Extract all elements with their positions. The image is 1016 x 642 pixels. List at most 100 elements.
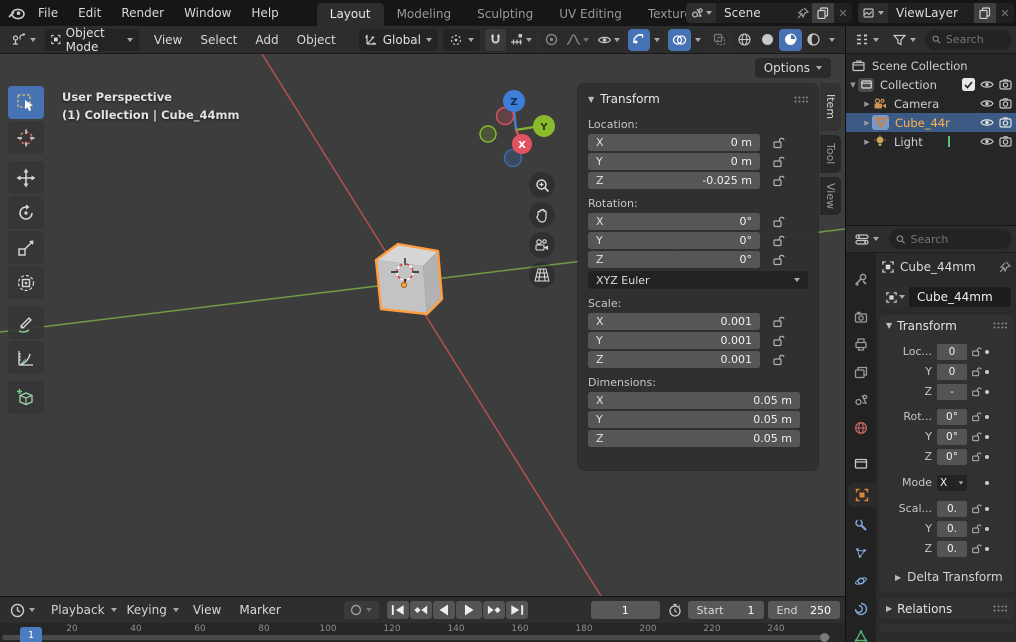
tool-move[interactable]	[8, 161, 44, 194]
rotation-x-field[interactable]: X0°	[588, 213, 760, 230]
dimensions-z-field[interactable]: Z0.05 m	[588, 430, 800, 447]
tool-select-box[interactable]	[8, 86, 44, 119]
menu-add[interactable]: Add	[246, 33, 287, 47]
tab-output-icon[interactable]	[846, 332, 876, 356]
scale-y-field[interactable]: 0.	[937, 521, 967, 537]
object-name-field[interactable]: Cube_44mm	[909, 287, 1011, 307]
animate-dot[interactable]	[985, 390, 989, 394]
menu-select[interactable]: Select	[191, 33, 246, 47]
expander-icon[interactable]: ▶	[862, 119, 872, 127]
object-id-icon[interactable]	[882, 287, 909, 307]
collection-row[interactable]: ▼ Collection	[846, 75, 1016, 94]
location-y-field[interactable]: Y0 m	[588, 153, 760, 170]
viewport-3d[interactable]: Z Y X User Perspective (1) Collection | …	[0, 54, 845, 596]
scene-selector[interactable]: Scene ✕	[686, 3, 852, 23]
menu-object[interactable]: Object	[288, 33, 345, 47]
tab-render-icon[interactable]	[846, 305, 876, 329]
tab-sculpting[interactable]: Sculpting	[464, 3, 546, 26]
new-view-layer-icon[interactable]	[974, 3, 996, 23]
lock-icon[interactable]	[967, 451, 985, 462]
outliner-search-input[interactable]	[946, 33, 1005, 46]
breadcrumb-object-name[interactable]: Cube_44mm	[900, 260, 976, 274]
tab-item[interactable]: Item	[820, 83, 841, 131]
unlink-scene-icon[interactable]: ✕	[834, 7, 852, 20]
rotation-z-field[interactable]: Z0°	[588, 251, 760, 268]
shading-material-preview[interactable]	[779, 29, 802, 51]
tool-add-cube[interactable]	[8, 381, 44, 414]
lock-icon[interactable]	[772, 334, 785, 347]
render-visibility-icon[interactable]	[999, 98, 1012, 109]
collection-checkbox[interactable]	[962, 78, 975, 91]
scene-icon[interactable]	[686, 3, 716, 23]
outliner-filter-button[interactable]	[888, 32, 921, 48]
tab-collection-icon[interactable]	[846, 451, 876, 475]
dimensions-x-field[interactable]: X0.05 m	[588, 392, 800, 409]
lock-icon[interactable]	[967, 346, 985, 357]
menu-view[interactable]: View	[145, 33, 191, 47]
ortho-toggle-button[interactable]	[529, 262, 555, 288]
snap-target-dropdown[interactable]	[506, 29, 536, 51]
relations-panel[interactable]: ▶ Relations	[879, 598, 1014, 619]
tab-modifiers-icon[interactable]	[846, 513, 876, 537]
tool-cursor[interactable]	[8, 121, 44, 154]
lock-icon[interactable]	[772, 353, 785, 366]
editor-type-button[interactable]	[6, 31, 41, 49]
tab-object-data-icon[interactable]	[846, 624, 876, 642]
show-gizmo-toggle[interactable]	[628, 29, 650, 51]
tool-annotate[interactable]	[8, 306, 44, 339]
timeline-ruler[interactable]: 20 40 60 80 100 120 140 160 180 200 220 …	[0, 623, 845, 642]
gizmo-dropdown[interactable]	[650, 29, 664, 51]
expander-icon[interactable]: ▶	[862, 138, 872, 146]
outliner-search[interactable]	[925, 30, 1012, 50]
tab-modeling[interactable]: Modeling	[384, 3, 465, 26]
playhead[interactable]: 1	[20, 627, 42, 642]
keying-menu[interactable]: Keying	[122, 601, 184, 619]
hide-eye-icon[interactable]	[980, 117, 994, 128]
animate-dot[interactable]	[985, 547, 989, 551]
blender-logo-icon[interactable]	[6, 5, 28, 21]
tab-particles-icon[interactable]	[846, 541, 876, 565]
tab-tool[interactable]: Tool	[820, 135, 841, 173]
timeline-scrollbar[interactable]	[2, 635, 830, 640]
scale-z-field[interactable]: 0.	[937, 541, 967, 557]
falloff-dropdown[interactable]	[562, 29, 593, 51]
shading-solid[interactable]	[756, 29, 779, 51]
animate-dot[interactable]	[985, 507, 989, 511]
play-button[interactable]	[456, 601, 482, 619]
lock-icon[interactable]	[967, 431, 985, 442]
tab-physics-icon[interactable]	[846, 569, 876, 593]
play-reverse-button[interactable]	[433, 601, 455, 619]
loc-z-field[interactable]: -	[937, 384, 967, 400]
menu-file[interactable]: File	[28, 0, 68, 26]
pin-id-icon[interactable]	[999, 261, 1011, 273]
lock-icon[interactable]	[967, 386, 985, 397]
timeline-editor-type-button[interactable]	[5, 601, 40, 620]
tab-uv-editing[interactable]: UV Editing	[546, 3, 635, 26]
scene-collection-row[interactable]: Scene Collection	[846, 56, 1016, 75]
animate-dot[interactable]	[985, 455, 989, 459]
mode-selector[interactable]: Object Mode	[45, 29, 139, 51]
rot-z-field[interactable]: 0°	[937, 449, 967, 465]
lock-icon[interactable]	[772, 215, 785, 228]
tab-world-icon[interactable]	[846, 416, 876, 440]
view-layer-icon[interactable]	[858, 3, 888, 23]
visibility-dropdown[interactable]	[593, 29, 624, 51]
view-menu[interactable]: View	[184, 603, 230, 617]
lock-icon[interactable]	[772, 136, 785, 149]
shading-rendered[interactable]	[802, 29, 825, 51]
tab-scene-icon[interactable]	[846, 388, 876, 412]
frame-start-field[interactable]: Start1	[688, 601, 764, 619]
tab-view[interactable]: View	[820, 177, 841, 215]
cube-row[interactable]: ▶ Cube_44r	[846, 113, 1016, 132]
menu-edit[interactable]: Edit	[68, 0, 111, 26]
tool-scale[interactable]	[8, 231, 44, 264]
remove-view-layer-icon[interactable]: ✕	[996, 7, 1014, 20]
tool-transform[interactable]	[8, 266, 44, 299]
transform-orientation-dropdown[interactable]: Global	[359, 29, 438, 51]
jump-to-end-button[interactable]	[506, 601, 528, 619]
render-visibility-icon[interactable]	[999, 117, 1012, 128]
lock-icon[interactable]	[967, 411, 985, 422]
tool-rotate[interactable]	[8, 196, 44, 229]
options-button[interactable]: Options	[755, 58, 831, 78]
prev-keyframe-button[interactable]	[410, 601, 432, 619]
